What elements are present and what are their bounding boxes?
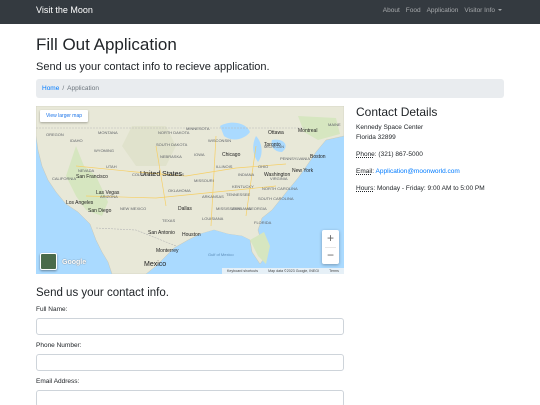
label-utah: UTAH [106,164,117,169]
label-montana: MONTANA [98,130,118,135]
breadcrumb-separator: / [62,85,65,92]
label-oregon: OREGON [46,132,64,137]
page-title: Fill Out Application [36,35,177,54]
label-south-carolina: SOUTH CAROLINA [258,196,294,201]
label-san-francisco: San Francisco [76,174,108,180]
label-missouri: MISSOURI [194,178,214,183]
label-louisiana: LOUISIANA [202,216,224,221]
nav-visitor-info-dropdown[interactable]: Visitor Info [464,7,502,14]
nav-application[interactable]: Application [427,7,459,14]
caret-down-icon [498,9,502,11]
nav-food[interactable]: Food [406,7,421,14]
phone-number-input[interactable] [36,354,344,371]
label-california: CALIFORNIA [52,176,76,181]
satellite-toggle[interactable] [40,253,57,270]
label-texas: TEXAS [162,218,175,223]
label-toronto: Toronto [264,142,281,148]
label-dallas: Dallas [178,206,192,212]
zoom-in-button[interactable]: + [322,230,339,247]
full-name-label: Full Name: [36,306,68,313]
phone-label: Phone [356,151,375,158]
label-united-states: United States [140,171,183,178]
hours-label: Hours [356,185,374,192]
zoom-controls: + − [322,230,339,264]
label-mexico: Mexico [144,261,166,268]
label-las-vegas: Las Vegas [96,190,120,196]
label-new-york: New York [292,168,314,174]
page-subtitle: Send us your contact info to recieve app… [36,61,270,73]
keyboard-shortcuts-link[interactable]: Keyboard shortcuts [227,269,258,273]
label-chicago: Chicago [222,152,241,158]
nav-about[interactable]: About [383,7,400,14]
email-link[interactable]: Application@moonworld.com [376,168,460,175]
label-kentucky: KENTUCKY [232,184,254,189]
map-canvas[interactable]: OREGON IDAHO MONTANA WYOMING NORTH DAKOT… [36,106,344,274]
zoom-out-button[interactable]: − [322,247,339,264]
label-monterrey: Monterrey [156,248,179,254]
map-data-credit: Map data ©2023 Google, INEGI [268,269,320,273]
terms-link[interactable]: Terms [329,269,339,273]
label-gulf: Gulf of Mexico [208,252,234,257]
phone-number-label: Phone Number: [36,342,82,349]
hours-line: Hours: Monday - Friday: 9:00 AM to 5:00 … [356,185,485,192]
label-minnesota: MINNESOTA [186,126,210,131]
email-address-label: Email Address: [36,378,80,385]
brand-link[interactable]: Visit the Moon [36,5,93,15]
phone-line: Phone: (321) 867-5000 [356,151,423,158]
top-navbar: Visit the Moon About Food Application Vi… [0,0,540,24]
label-indiana: INDIANA [238,172,255,177]
label-pennsylvania: PENNSYLVANIA [280,156,310,161]
label-north-dakota: NORTH DAKOTA [158,130,190,135]
map-attribution: Keyboard shortcuts Map data ©2023 Google… [222,268,344,274]
address-line-2: Florida 32899 [356,134,396,141]
label-san-antonio: San Antonio [148,230,175,236]
label-georgia: GEORGIA [248,206,267,211]
label-south-dakota: SOUTH DAKOTA [156,142,188,147]
breadcrumb-home[interactable]: Home [42,85,59,92]
contact-details-title: Contact Details [356,105,438,119]
label-ohio: OHIO [258,164,268,169]
full-name-input[interactable] [36,318,344,335]
label-illinois: ILLINOIS [216,164,233,169]
label-nevada: NEVADA [78,168,94,173]
label-maine: MAINE [328,122,341,127]
address-line-1: Kennedy Space Center [356,124,424,131]
google-logo: Google [62,259,87,266]
hours-value: Monday - Friday: 9:00 AM to 5:00 PM [376,185,485,192]
label-oklahoma: OKLAHOMA [168,188,191,193]
label-nebraska: NEBRASKA [160,154,182,159]
nav-links: About Food Application Visitor Info [383,7,502,14]
label-boston: Boston [310,154,326,160]
label-los-angeles: Los Angeles [66,200,94,206]
view-larger-map-link[interactable]: View larger map [40,110,89,122]
label-san-diego: San Diego [88,208,112,214]
label-new-mexico: NEW MEXICO [120,206,146,211]
phone-value: (321) 867-5000 [378,151,423,158]
label-washington: Washington [264,172,290,178]
breadcrumb: Home / Application [36,79,504,98]
label-idaho: IDAHO [70,138,83,143]
email-address-input[interactable] [36,390,344,405]
label-wyoming: WYOMING [94,148,114,153]
label-north-carolina: NORTH CAROLINA [262,186,298,191]
label-montreal: Montreal [298,128,317,134]
label-ottawa: Ottawa [268,130,284,136]
email-label: Email [356,168,373,175]
label-florida: FLORIDA [254,220,272,225]
embedded-map[interactable]: OREGON IDAHO MONTANA WYOMING NORTH DAKOT… [36,106,344,274]
label-tennessee: TENNESSEE [226,192,251,197]
breadcrumb-current: Application [67,85,99,92]
email-line: Email: Application@moonworld.com [356,168,460,175]
form-heading: Send us your contact info. [36,287,169,299]
label-houston: Houston [182,232,201,238]
label-wisconsin: WISCONSIN [208,138,231,143]
label-iowa: IOWA [194,152,205,157]
label-arkansas: ARKANSAS [202,194,224,199]
visitor-info-label: Visitor Info [464,7,495,14]
